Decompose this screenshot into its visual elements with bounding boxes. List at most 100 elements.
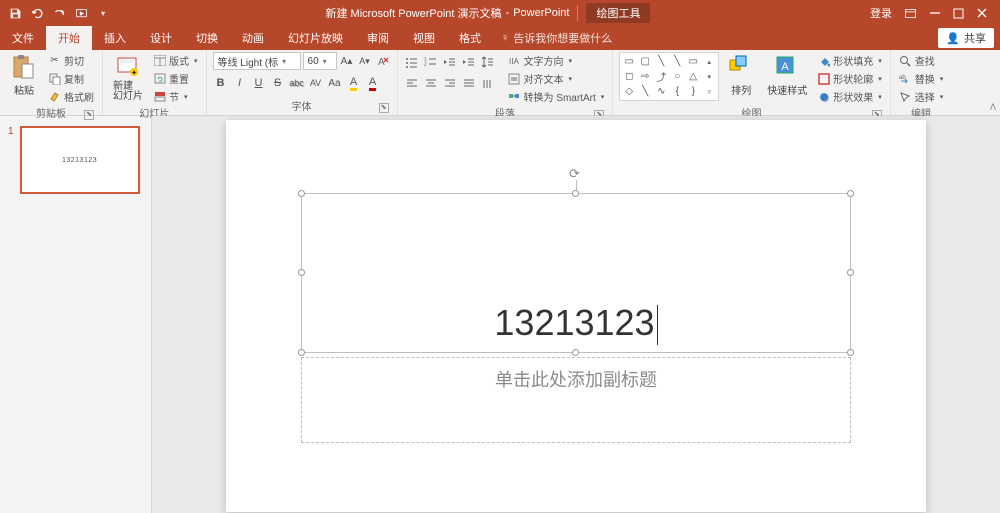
underline-button[interactable]: U — [251, 75, 267, 91]
tab-home[interactable]: 开始 — [46, 26, 92, 50]
dialog-launcher-icon[interactable]: ⬊ — [379, 103, 389, 113]
shape-arrow-icon[interactable]: ⇨ — [638, 70, 652, 83]
resize-handle[interactable] — [572, 190, 579, 197]
close-icon[interactable] — [976, 7, 988, 19]
tab-file[interactable]: 文件 — [0, 26, 46, 50]
undo-icon[interactable] — [30, 6, 44, 20]
font-color-button[interactable]: A — [365, 75, 381, 91]
maximize-icon[interactable] — [953, 8, 964, 19]
title-text[interactable]: 13213123 — [302, 302, 850, 345]
shape-brace-icon[interactable]: ⤴ — [654, 70, 668, 83]
format-painter-button[interactable]: 格式刷 — [46, 88, 96, 105]
cut-button[interactable]: ✂剪切 — [46, 52, 96, 69]
tab-format[interactable]: 格式 — [447, 26, 493, 50]
resize-handle[interactable] — [298, 349, 305, 356]
shape-fill-button[interactable]: 形状填充▾ — [815, 52, 884, 69]
shape-outline-button[interactable]: 形状轮廓▾ — [815, 70, 884, 87]
tab-animation[interactable]: 动画 — [230, 26, 276, 50]
change-case-button[interactable]: Aa — [327, 75, 343, 91]
subtitle-placeholder[interactable]: 单击此处添加副标题 — [302, 366, 850, 392]
reset-button[interactable]: 重置 — [151, 70, 200, 87]
login-link[interactable]: 登录 — [870, 5, 892, 21]
tab-view[interactable]: 视图 — [401, 26, 447, 50]
tab-transition[interactable]: 切换 — [184, 26, 230, 50]
font-size-combo[interactable]: 60▾ — [303, 52, 337, 70]
shape-rect-icon[interactable]: ▭ — [686, 55, 700, 68]
shape-connector-icon[interactable]: ◇ — [622, 85, 636, 98]
shape-brace-icon[interactable]: { — [670, 85, 684, 98]
bullets-button[interactable] — [404, 54, 420, 70]
title-textbox[interactable]: ⟳ 13213123 — [301, 193, 851, 353]
shape-callout-icon[interactable]: ◻ — [622, 70, 636, 83]
qat-dropdown-icon[interactable]: ▾ — [96, 6, 110, 20]
columns-button[interactable] — [480, 75, 496, 91]
indent-increase-button[interactable] — [461, 54, 477, 70]
bold-button[interactable]: B — [213, 75, 229, 91]
shape-line-icon[interactable]: ╲ — [654, 55, 668, 68]
rotate-handle-icon[interactable]: ⟳ — [569, 166, 583, 180]
paste-button[interactable]: 粘贴 — [6, 52, 42, 99]
text-direction-button[interactable]: IIA文字方向▾ — [506, 52, 607, 69]
resize-handle[interactable] — [298, 269, 305, 276]
dialog-launcher-icon[interactable]: ⬊ — [84, 110, 94, 120]
shape-rect-icon[interactable]: ▢ — [638, 55, 652, 68]
justify-button[interactable] — [461, 75, 477, 91]
tab-insert[interactable]: 插入 — [92, 26, 138, 50]
arrange-button[interactable]: 排列 — [723, 52, 759, 99]
shape-effects-button[interactable]: 形状效果▾ — [815, 88, 884, 105]
align-right-button[interactable] — [442, 75, 458, 91]
resize-handle[interactable] — [847, 349, 854, 356]
increase-font-icon[interactable]: A▴ — [339, 53, 355, 69]
align-left-button[interactable] — [404, 75, 420, 91]
char-spacing-button[interactable]: AV — [308, 75, 324, 91]
resize-handle[interactable] — [847, 269, 854, 276]
section-button[interactable]: 节▾ — [151, 88, 200, 105]
ribbon-display-icon[interactable] — [904, 7, 917, 20]
shape-rect-icon[interactable]: ▭ — [622, 55, 636, 68]
copy-button[interactable]: 复制 — [46, 70, 96, 87]
shadow-button[interactable]: abc — [289, 75, 305, 91]
align-center-button[interactable] — [423, 75, 439, 91]
indent-decrease-button[interactable] — [442, 54, 458, 70]
replace-button[interactable]: ab替换▾ — [897, 70, 946, 87]
more-up-icon[interactable]: ▴ — [702, 55, 716, 68]
shapes-gallery[interactable]: ▭▢╲╲▭▴ ◻⇨⤴○△▾ ◇╲∿{}▿ — [619, 52, 719, 101]
redo-icon[interactable] — [52, 6, 66, 20]
collapse-ribbon-icon[interactable]: ᐱ — [990, 102, 996, 113]
resize-handle[interactable] — [572, 349, 579, 356]
find-button[interactable]: 查找 — [897, 52, 946, 69]
shape-line-icon[interactable]: ╲ — [670, 55, 684, 68]
subtitle-textbox[interactable]: 单击此处添加副标题 — [301, 357, 851, 443]
tab-slideshow[interactable]: 幻灯片放映 — [276, 26, 355, 50]
save-icon[interactable] — [8, 6, 22, 20]
layout-button[interactable]: 版式▾ — [151, 52, 200, 69]
italic-button[interactable]: I — [232, 75, 248, 91]
shape-arrow-icon[interactable]: △ — [686, 70, 700, 83]
thumb-preview[interactable]: 13213123 — [20, 126, 140, 194]
numbering-button[interactable]: 12 — [423, 54, 439, 70]
smartart-button[interactable]: 转换为 SmartArt▾ — [506, 88, 607, 105]
strike-button[interactable]: S — [270, 75, 286, 91]
line-spacing-button[interactable] — [480, 54, 496, 70]
new-slide-button[interactable]: ✦ 新建 幻灯片 — [109, 52, 147, 104]
more-icon[interactable]: ▿ — [702, 85, 716, 98]
shape-oval-icon[interactable]: ○ — [670, 70, 684, 83]
clear-format-icon[interactable]: A — [375, 53, 391, 69]
shape-line-icon[interactable]: ╲ — [638, 85, 652, 98]
start-from-beginning-icon[interactable] — [74, 6, 88, 20]
decrease-font-icon[interactable]: A▾ — [357, 53, 373, 69]
shape-brace-icon[interactable]: } — [686, 85, 700, 98]
tell-me-search[interactable]: ♀ 告诉我你想要做什么 — [501, 30, 612, 46]
align-text-button[interactable]: 对齐文本▾ — [506, 70, 607, 87]
tab-review[interactable]: 审阅 — [355, 26, 401, 50]
tab-design[interactable]: 设计 — [138, 26, 184, 50]
resize-handle[interactable] — [847, 190, 854, 197]
slide[interactable]: ⟳ 13213123 单击此处添加副标题 — [226, 120, 926, 512]
font-highlight-button[interactable]: A — [346, 75, 362, 91]
slide-canvas[interactable]: ⟳ 13213123 单击此处添加副标题 — [152, 116, 1000, 513]
minimize-icon[interactable] — [929, 7, 941, 19]
more-down-icon[interactable]: ▾ — [702, 70, 716, 83]
resize-handle[interactable] — [298, 190, 305, 197]
share-button[interactable]: 👤 共享 — [938, 28, 994, 48]
font-name-combo[interactable]: 等线 Light (标▾ — [213, 52, 301, 70]
